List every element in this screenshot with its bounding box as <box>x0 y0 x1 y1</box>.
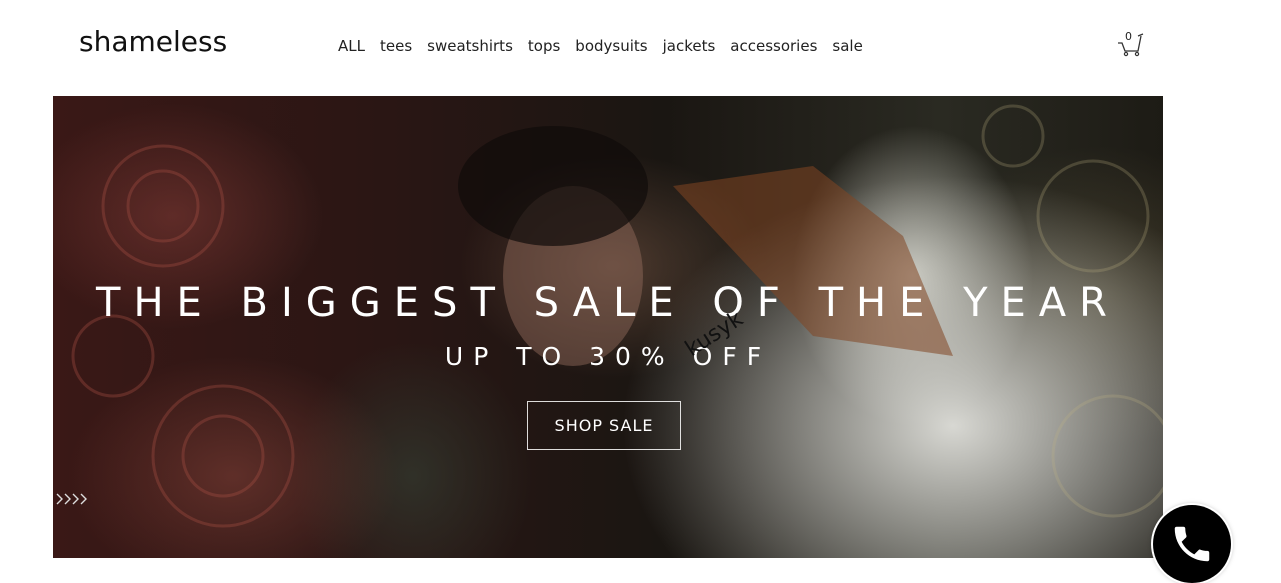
cart-count: 0 <box>1125 30 1132 43</box>
shop-sale-button[interactable]: SHOP SALE <box>527 401 681 450</box>
brand-logo[interactable]: shameless <box>79 24 227 60</box>
nav-item-all[interactable]: ALL <box>338 36 365 56</box>
main-nav: ALL tees sweatshirts tops bodysuits jack… <box>338 36 863 56</box>
chevron-icon <box>56 493 87 505</box>
hero-subtitle: UP TO 30% OFF <box>444 342 772 371</box>
nav-item-jackets[interactable]: jackets <box>663 36 716 56</box>
nav-item-bodysuits[interactable]: bodysuits <box>575 36 647 56</box>
hero-title: THE BIGGEST SALE OF THE YEAR <box>96 280 1120 326</box>
nav-item-sale[interactable]: sale <box>832 36 862 56</box>
nav-item-sweatshirts[interactable]: sweatshirts <box>427 36 513 56</box>
slider-prev-button[interactable] <box>53 492 95 506</box>
nav-item-tops[interactable]: tops <box>528 36 560 56</box>
hero-background-image <box>71 104 1163 528</box>
nav-item-accessories[interactable]: accessories <box>730 36 817 56</box>
phone-icon <box>1174 526 1210 562</box>
cart-button[interactable]: 0 <box>1116 30 1146 58</box>
hero-banner[interactable]: THE BIGGEST SALE OF THE YEAR UP TO 30% O… <box>53 96 1163 558</box>
nav-item-tees[interactable]: tees <box>380 36 412 56</box>
call-button[interactable] <box>1153 505 1231 583</box>
